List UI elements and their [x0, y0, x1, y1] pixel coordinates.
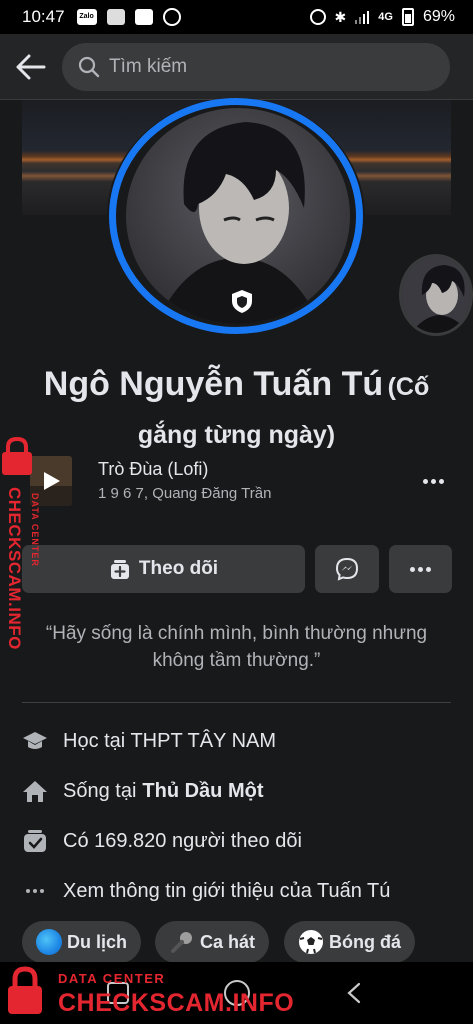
- search-placeholder: Tìm kiếm: [109, 55, 188, 77]
- watermark-bottom: DATA CENTER CHECKSCAM.INFO: [6, 962, 306, 1024]
- music-artist: 1 9 6 7, Quang Đăng Trần: [98, 485, 272, 502]
- music-more-options-icon[interactable]: [418, 466, 448, 496]
- interest-chip-travel[interactable]: Du lịch: [22, 921, 142, 963]
- graduation-cap-icon: [22, 728, 48, 754]
- system-back-button[interactable]: [346, 982, 362, 1004]
- status-bar: 10:47 Zalo ✱ 4G 69%: [0, 0, 473, 34]
- watermark-vertical-big: CHECKSCAM.INFO: [5, 487, 24, 650]
- watermark-vertical-small: DATA CENTER: [30, 493, 40, 567]
- story-ring: [109, 98, 363, 334]
- divider: [22, 702, 451, 703]
- interest-chip-football[interactable]: Bóng đá: [284, 921, 415, 963]
- zalo-notification-icon: Zalo: [76, 9, 97, 25]
- see-more-text: Xem thông tin giới thiệu của Tuấn Tú: [63, 879, 391, 902]
- lives-prefix: Sống tại: [63, 779, 137, 802]
- soccer-ball-icon: [299, 930, 323, 954]
- more-actions-button[interactable]: [389, 545, 452, 593]
- music-title: Trò Đùa (Lofi): [98, 459, 209, 479]
- more-dots-icon: [22, 878, 48, 904]
- intro-see-more[interactable]: Xem thông tin giới thiệu của Tuấn Tú: [22, 872, 452, 910]
- status-time: 10:47: [22, 7, 65, 26]
- bluetooth-icon: ✱: [334, 8, 347, 25]
- profile-guard-shield-icon: [232, 290, 252, 313]
- follow-label: Theo dõi: [138, 558, 219, 579]
- interest-label: Du lịch: [67, 931, 128, 952]
- messenger-button[interactable]: [315, 545, 379, 593]
- messenger-notification-icon: [162, 8, 181, 26]
- follow-button[interactable]: Theo dõi: [22, 545, 305, 593]
- education-text: Học tại THPT TÂY NAM: [63, 729, 277, 752]
- intro-education: Học tại THPT TÂY NAM: [22, 722, 452, 760]
- back-arrow-icon: [16, 54, 46, 79]
- interest-label: Ca hát: [200, 931, 256, 952]
- alarm-icon: [309, 9, 326, 25]
- lives-place[interactable]: Thủ Dầu Một: [142, 780, 263, 803]
- network-type: 4G: [378, 11, 393, 23]
- watermark-big-text: CHECKSCAM.INFO: [58, 989, 295, 1017]
- follow-icon: [110, 560, 129, 579]
- back-button[interactable]: [0, 34, 62, 100]
- battery-icon: [401, 8, 414, 26]
- watermark-small-text: DATA CENTER: [58, 971, 166, 986]
- intro-lives-in: Sống tại Thủ Dầu Một: [22, 772, 452, 810]
- home-icon: [22, 778, 48, 804]
- padlock-icon: [8, 966, 42, 1014]
- globe-icon: [36, 929, 62, 955]
- intro-followers[interactable]: Có 169.820 người theo dõi: [22, 822, 452, 860]
- app-notification-icon: [106, 9, 125, 25]
- profile-bio: “Hãy sống là chính mình, bình thường như…: [45, 623, 428, 671]
- gallery-notification-icon: [134, 9, 153, 25]
- interest-chip-singing[interactable]: Ca hát: [155, 921, 270, 963]
- messenger-icon: [335, 557, 359, 581]
- microphone-icon: [171, 932, 192, 953]
- profile-name: Ngô Nguyễn Tuấn Tú (Cố gắng từng ngày): [20, 362, 453, 461]
- search-icon: [78, 56, 100, 77]
- search-bar[interactable]: Tìm kiếm: [62, 42, 450, 91]
- padlock-icon: [2, 437, 32, 475]
- signal-icon: [355, 10, 370, 24]
- profile-music[interactable]: Trò Đùa (Lofi) 1 9 6 7, Quang Đăng Trần: [22, 454, 452, 510]
- battery-percent: 69%: [422, 8, 455, 25]
- interest-label: Bóng đá: [329, 931, 401, 952]
- profile-full-name: Ngô Nguyễn Tuấn Tú: [43, 365, 384, 403]
- profile-picture-container[interactable]: [107, 98, 365, 334]
- secondary-avatar[interactable]: [399, 254, 473, 336]
- top-bar: Tìm kiếm: [0, 34, 473, 100]
- followers-icon: [22, 828, 48, 854]
- watermark-left: CHECKSCAM.INFO DATA CENTER: [0, 437, 46, 667]
- followers-text: Có 169.820 người theo dõi: [63, 829, 302, 852]
